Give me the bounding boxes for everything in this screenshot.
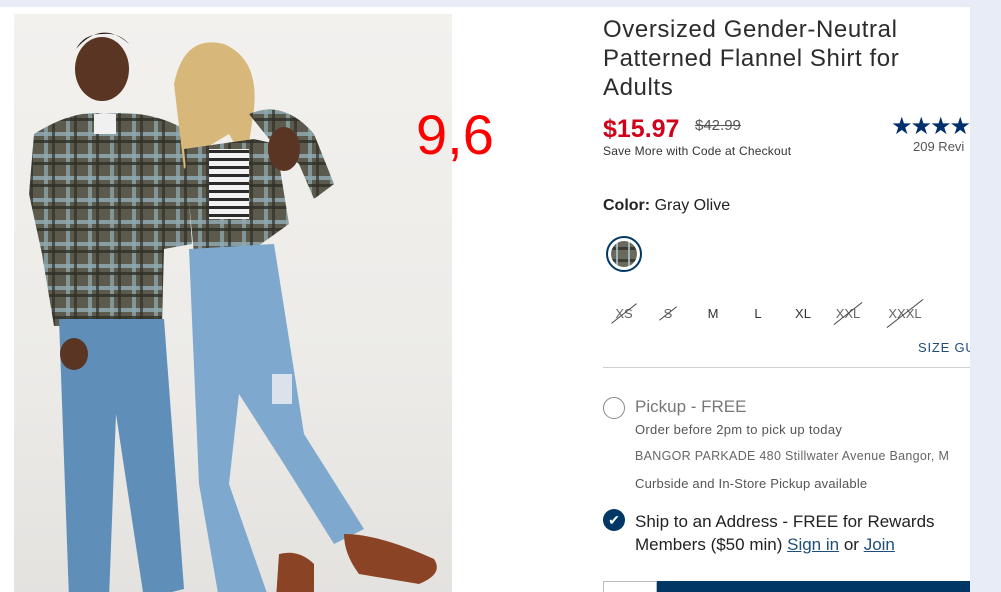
sale-price: $15.97 bbox=[603, 115, 680, 143]
size-option-m[interactable]: M bbox=[704, 303, 722, 325]
size-option-l[interactable]: L bbox=[752, 303, 764, 325]
size-option-xxxl[interactable]: XXXL bbox=[886, 303, 924, 325]
promo-text: Save More with Code at Checkout bbox=[603, 144, 792, 158]
models-illustration bbox=[29, 32, 437, 592]
store-address[interactable]: BANGOR PARKADE 480 Stillwater Avenue Ban… bbox=[635, 449, 949, 463]
rating-stars-icon[interactable]: ★★★★★ bbox=[891, 112, 970, 141]
reviews-link[interactable]: 209 Revi bbox=[913, 139, 964, 154]
overlay-label: 9,6 bbox=[416, 103, 494, 166]
size-option-xxl[interactable]: XXL bbox=[834, 303, 862, 325]
color-value: Gray Olive bbox=[654, 197, 731, 214]
pickup-subtitle: Order before 2pm to pick up today bbox=[635, 422, 843, 437]
product-details: Oversized Gender-Neutral Patterned Flann… bbox=[603, 7, 970, 592]
quantity-box[interactable] bbox=[603, 581, 657, 592]
curbside-text: Curbside and In-Store Pickup available bbox=[635, 476, 868, 491]
divider bbox=[603, 367, 970, 368]
sign-in-link[interactable]: Sign in bbox=[787, 535, 839, 554]
or-text: or bbox=[843, 535, 859, 554]
product-page: 9,6 Oversized Gender-Neutral Patterned F… bbox=[0, 7, 970, 592]
original-price: $42.99 bbox=[695, 117, 741, 134]
color-line: Color: Gray Olive bbox=[603, 197, 730, 215]
size-guide-link[interactable]: SIZE GU bbox=[918, 340, 970, 355]
color-swatch-gray-olive[interactable] bbox=[606, 236, 642, 272]
size-option-xl[interactable]: XL bbox=[793, 303, 813, 325]
pickup-radio[interactable] bbox=[603, 397, 625, 419]
ship-radio-checked[interactable]: ✔ bbox=[603, 509, 625, 531]
product-image[interactable] bbox=[14, 14, 452, 592]
join-link[interactable]: Join bbox=[864, 535, 895, 554]
checkmark-icon: ✔ bbox=[608, 512, 620, 528]
size-option-s[interactable]: S bbox=[661, 303, 675, 325]
color-label: Color: bbox=[603, 197, 651, 214]
size-selector: XS S M L XL XXL XXXL bbox=[603, 303, 970, 327]
size-option-xs[interactable]: XS bbox=[612, 303, 636, 325]
product-title: Oversized Gender-Neutral Patterned Flann… bbox=[603, 16, 900, 101]
ship-option: Ship to an Address - FREE for Rewards Me… bbox=[635, 510, 970, 556]
swatch-pattern bbox=[611, 241, 637, 267]
pickup-title: Pickup - FREE bbox=[635, 397, 747, 416]
add-to-bag-button[interactable] bbox=[657, 581, 970, 592]
